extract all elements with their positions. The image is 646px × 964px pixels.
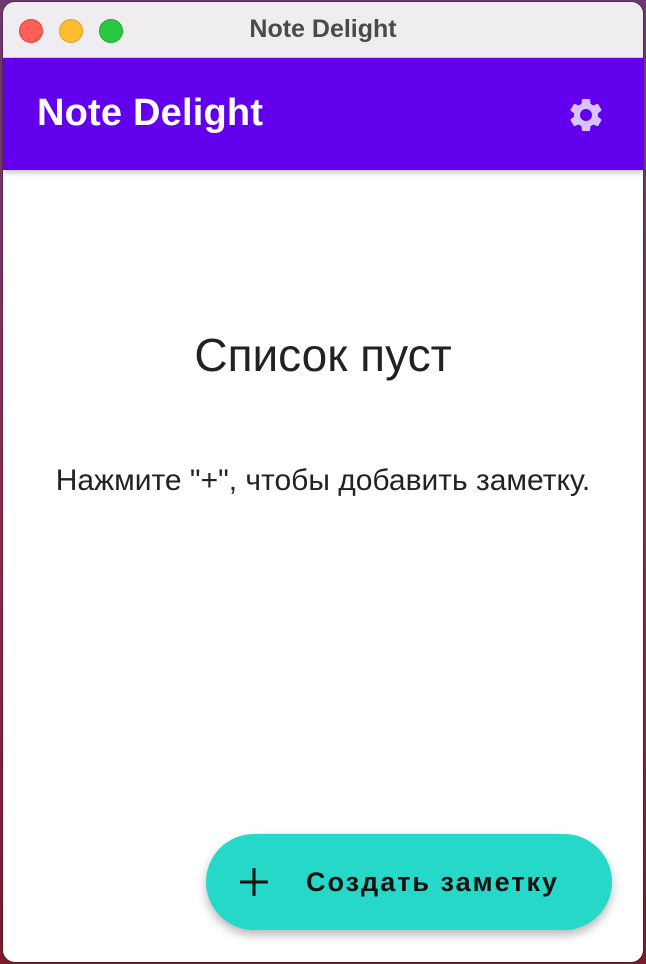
window-title: Note Delight [249,15,397,43]
empty-list-hint: Нажмите "+", чтобы добавить заметку. [55,464,591,497]
gear-icon [570,98,602,131]
plus-icon [240,868,268,896]
empty-list-title: Список пуст [194,329,452,381]
app-bar: Note Delight [3,58,643,170]
app-window: Note Delight Note Delight Список пуст На… [3,2,643,962]
app-title: Note Delight [37,92,264,134]
settings-button[interactable] [563,92,609,138]
create-note-label: Создать заметку [306,867,560,897]
create-note-button[interactable]: Создать заметку [206,834,612,930]
window-titlebar[interactable]: Note Delight [3,2,643,58]
